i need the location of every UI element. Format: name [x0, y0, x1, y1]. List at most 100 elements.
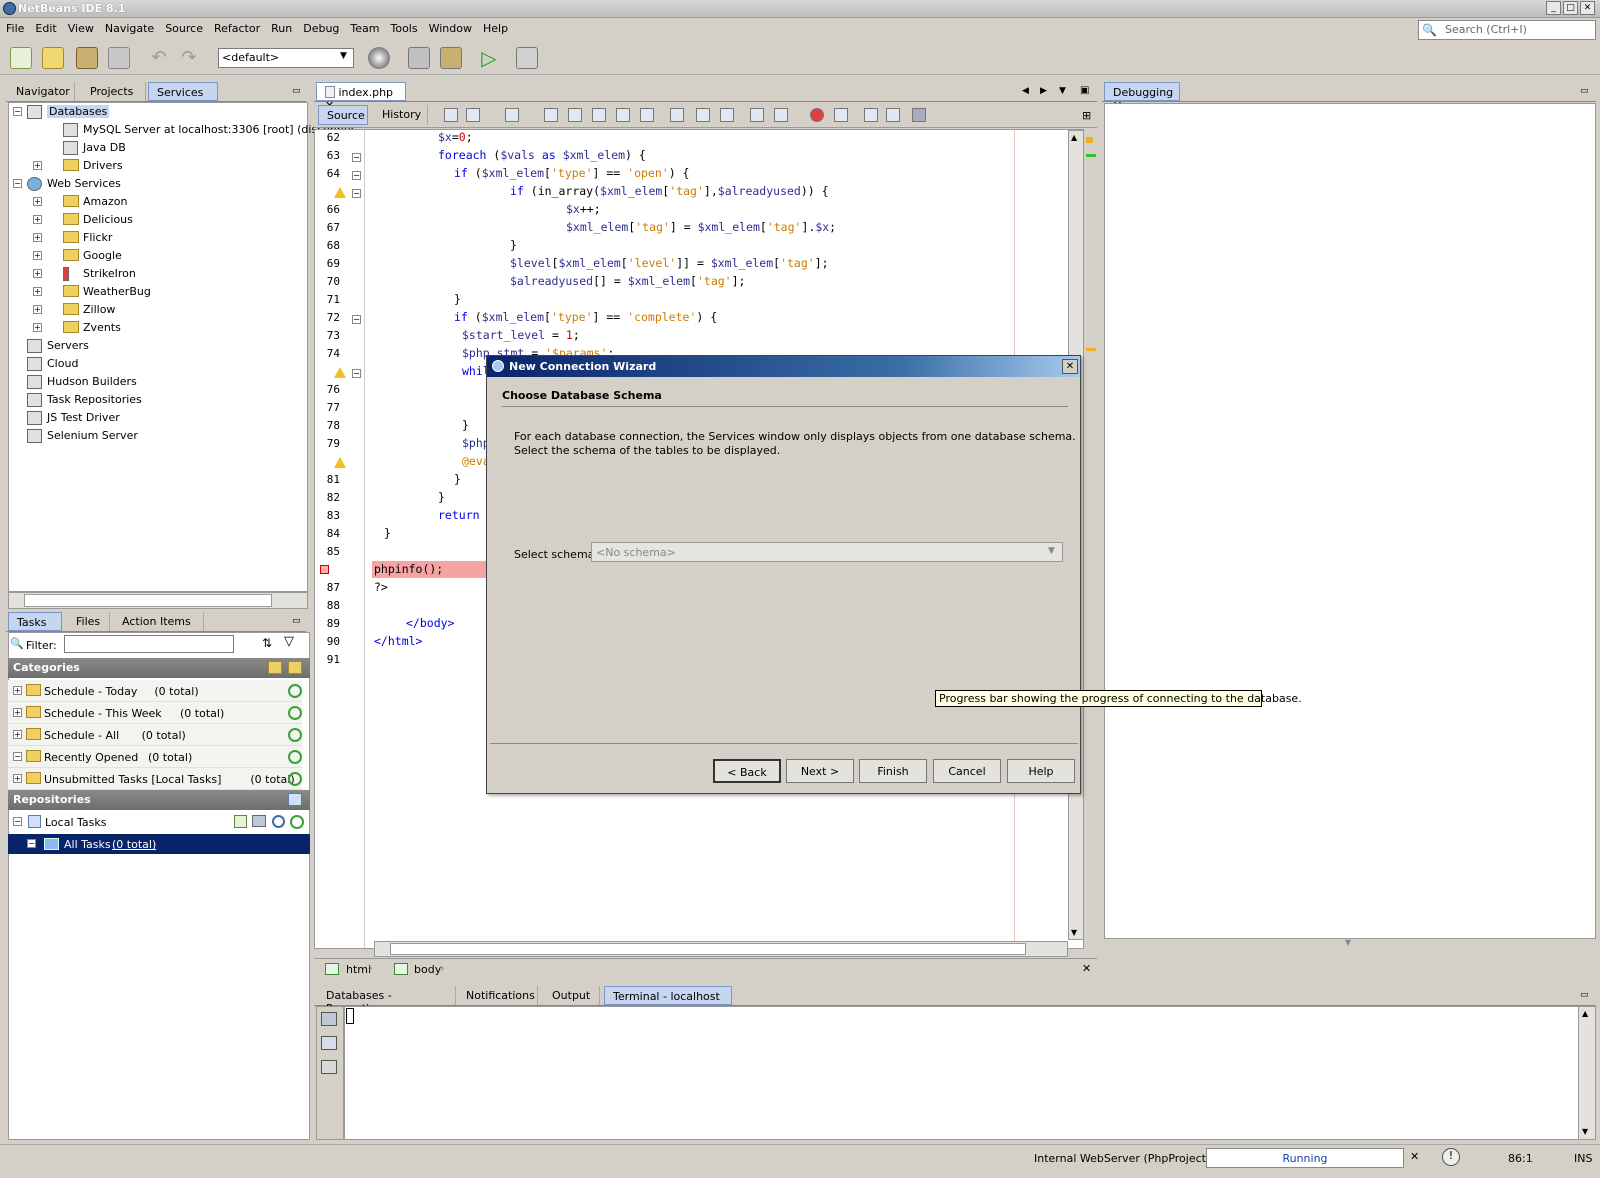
tree-item[interactable]: − Databases	[9, 103, 307, 120]
open-project-icon[interactable]	[76, 47, 98, 69]
menu-window[interactable]: Window	[423, 19, 477, 35]
find-icon[interactable]	[544, 108, 558, 122]
collapse-icon[interactable]: −	[13, 752, 22, 761]
build-hammer-icon[interactable]	[408, 47, 430, 69]
filter-input[interactable]	[64, 635, 234, 653]
menu-view[interactable]: View	[62, 19, 99, 35]
expand-icon[interactable]: +	[33, 233, 42, 242]
local-tasks-row[interactable]: − Local Tasks	[8, 812, 310, 832]
finish-button[interactable]: Finish	[859, 759, 927, 783]
cancel-process-icon[interactable]: ✕	[1410, 1150, 1419, 1163]
tab-navigator[interactable]: Navigator	[8, 82, 75, 101]
menu-file[interactable]: File	[0, 19, 29, 35]
database-icon[interactable]	[912, 108, 926, 122]
fold-icon[interactable]: −	[352, 153, 361, 162]
last-edit-icon[interactable]	[444, 108, 458, 122]
expand-icon[interactable]: +	[33, 197, 42, 206]
menu-team[interactable]: Team	[344, 19, 384, 35]
all-tasks-row[interactable]: − All Tasks (0 total)	[8, 834, 310, 854]
save-all-icon[interactable]	[108, 47, 130, 69]
tree-item[interactable]: + StrikeIron	[9, 265, 307, 282]
tree-item[interactable]: + Zvents	[9, 319, 307, 336]
tree-item[interactable]: Java DB	[9, 139, 307, 156]
tree-item[interactable]: MySQL Server at localhost:3306 [root] (d…	[9, 121, 357, 138]
start-macro-icon[interactable]	[810, 108, 824, 122]
undo-icon[interactable]: ↶	[148, 47, 170, 69]
tree-item[interactable]: + Zillow	[9, 301, 307, 318]
terminal-area[interactable]	[344, 1006, 1596, 1140]
tab-notifications[interactable]: Notifications	[458, 986, 538, 1005]
menu-source[interactable]: Source	[159, 19, 208, 35]
stop-macro-icon[interactable]	[834, 108, 848, 122]
tab-debugging[interactable]: Debugging ✕	[1104, 82, 1180, 112]
folder-icon[interactable]	[252, 815, 266, 827]
terminal-icon[interactable]	[321, 1012, 337, 1026]
expand-icon[interactable]: +	[33, 161, 42, 170]
run-icon[interactable]: ▷	[478, 47, 500, 69]
debug-icon[interactable]	[516, 47, 538, 69]
refresh-icon[interactable]	[288, 706, 302, 720]
menu-tools[interactable]: Tools	[384, 19, 422, 35]
expand-icon[interactable]: +	[33, 323, 42, 332]
scroll-thumb[interactable]	[24, 594, 272, 607]
add-repository-icon[interactable]	[288, 793, 302, 806]
scroll-down-icon[interactable]: ▼	[1071, 928, 1077, 937]
tree-item[interactable]: + Amazon	[9, 193, 307, 210]
schema-select[interactable]: <No schema> ▼	[591, 542, 1063, 562]
next-bookmark-icon[interactable]	[696, 108, 710, 122]
scroll-down-icon[interactable]: ▼	[1582, 1127, 1588, 1136]
search-input[interactable]: Search (Ctrl+I)	[1418, 20, 1596, 40]
warning-marker[interactable]	[1086, 348, 1096, 351]
fold-icon[interactable]: −	[352, 369, 361, 378]
forward-icon[interactable]	[505, 108, 519, 122]
comment-icon[interactable]	[864, 108, 878, 122]
tree-item[interactable]: + Google	[9, 247, 307, 264]
tree-item[interactable]: + Delicious	[9, 211, 307, 228]
tab-tasks[interactable]: Tasks ✕	[8, 612, 62, 642]
tree-item[interactable]: Cloud	[9, 355, 307, 372]
uncomment-icon[interactable]	[886, 108, 900, 122]
cancel-button[interactable]: Cancel	[933, 759, 1001, 783]
expand-icon[interactable]: +	[33, 269, 42, 278]
tree-item[interactable]: Servers	[9, 337, 307, 354]
tab-files[interactable]: Files	[68, 612, 110, 631]
menu-refactor[interactable]: Refactor	[208, 19, 265, 35]
search-task-icon[interactable]	[272, 815, 285, 828]
minimize-panel-icon[interactable]: ▭	[1580, 990, 1589, 1000]
refresh-icon[interactable]	[288, 750, 302, 764]
menu-navigate[interactable]: Navigate	[99, 19, 159, 35]
menu-edit[interactable]: Edit	[29, 19, 61, 35]
configuration-select[interactable]: <default>	[218, 48, 354, 68]
scroll-up-icon[interactable]: ▲	[1582, 1009, 1588, 1018]
back-icon[interactable]	[466, 108, 480, 122]
tree-item[interactable]: JS Test Driver	[9, 409, 307, 426]
minimize-panel-icon[interactable]: ▭	[292, 616, 301, 626]
category-row[interactable]: + Schedule - Today (0 total)	[8, 680, 302, 702]
scroll-thumb[interactable]	[390, 943, 1026, 955]
new-file-icon[interactable]	[10, 47, 32, 69]
collapse-icon[interactable]: −	[13, 179, 22, 188]
globe-icon[interactable]	[368, 47, 390, 69]
edit-category-icon[interactable]	[288, 661, 302, 674]
tab-projects[interactable]: Projects	[82, 82, 146, 101]
fold-icon[interactable]: −	[352, 171, 361, 180]
close-window-button[interactable]: ✕	[1580, 1, 1595, 15]
shift-right-icon[interactable]	[774, 108, 788, 122]
menu-debug[interactable]: Debug	[297, 19, 344, 35]
collapse-icon[interactable]: −	[13, 817, 22, 826]
tab-list-icon[interactable]: ▼	[1059, 86, 1066, 96]
all-tasks-count-link[interactable]: (0 total)	[112, 838, 156, 851]
tree-item[interactable]: − Web Services	[9, 175, 307, 192]
back-button[interactable]: < Back	[713, 759, 781, 783]
shift-left-icon[interactable]	[750, 108, 764, 122]
minimize-panel-icon[interactable]: ▭	[292, 86, 301, 96]
tab-services[interactable]: Services ✕	[148, 82, 218, 112]
minimize-panel-icon[interactable]: ▭	[1580, 86, 1589, 96]
warning-icon[interactable]	[334, 457, 346, 468]
scroll-tabs-right-icon[interactable]: ▶	[1040, 86, 1047, 96]
refresh-icon[interactable]	[288, 772, 302, 786]
refresh-icon[interactable]	[290, 815, 304, 829]
next-button[interactable]: Next >	[786, 759, 854, 783]
dialog-close-button[interactable]: ✕	[1062, 359, 1078, 374]
toggle-bookmark-icon[interactable]	[720, 108, 734, 122]
